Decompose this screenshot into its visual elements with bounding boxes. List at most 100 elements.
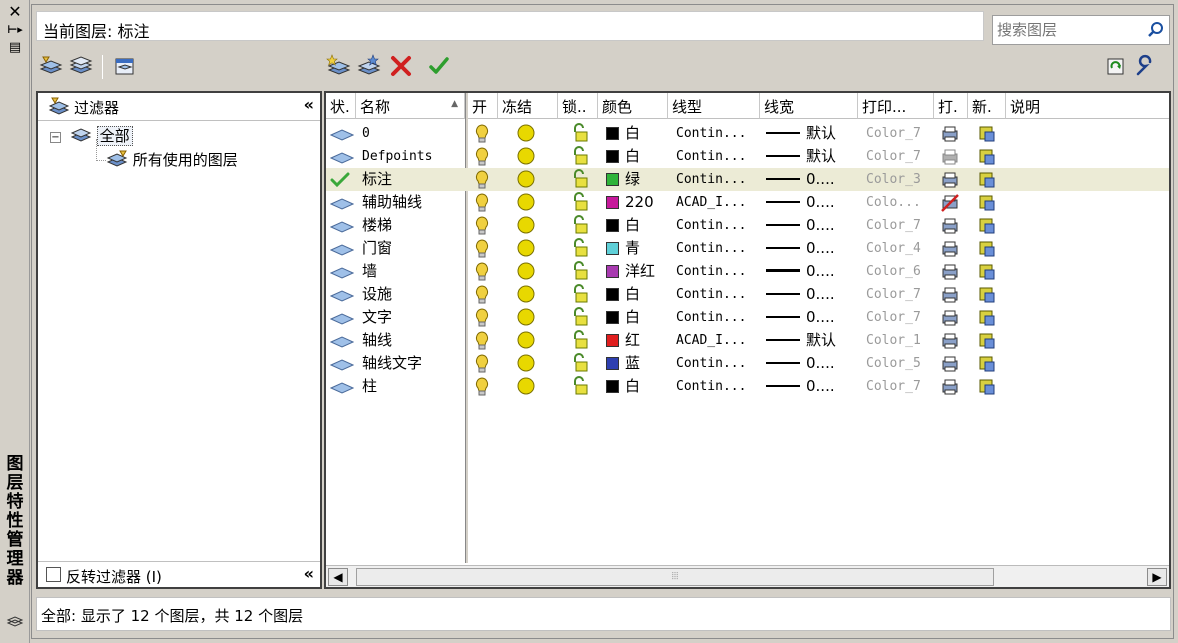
layer-linetype[interactable]: Contin... bbox=[676, 283, 760, 306]
layer-lineweight[interactable]: 0.... bbox=[766, 283, 858, 306]
collapse-filter-button[interactable]: « bbox=[304, 564, 314, 583]
layer-color[interactable]: 白 bbox=[606, 306, 668, 329]
layer-name[interactable]: 辅助轴线 bbox=[362, 191, 465, 214]
layer-name[interactable]: 墙 bbox=[362, 260, 465, 283]
refresh-icon[interactable] bbox=[1102, 53, 1128, 79]
layer-description[interactable] bbox=[1008, 237, 1168, 260]
plot-printer-icon[interactable] bbox=[940, 306, 964, 329]
col-name[interactable]: 名称 ▲ bbox=[356, 93, 465, 119]
layer-name[interactable]: 轴线 bbox=[362, 329, 465, 352]
new-layer-vp-frozen-icon[interactable] bbox=[356, 53, 382, 79]
col-freeze[interactable]: 冻结 bbox=[498, 93, 558, 119]
freeze-sun-icon[interactable] bbox=[516, 352, 540, 375]
plot-printer-icon[interactable] bbox=[940, 168, 964, 191]
layer-description[interactable] bbox=[1008, 375, 1168, 398]
layer-color[interactable]: 洋红 bbox=[606, 260, 668, 283]
close-icon[interactable]: ✕ bbox=[6, 4, 24, 20]
layer-row[interactable]: 标注 绿 Contin... 0.... Color_3 bbox=[326, 168, 1169, 191]
layer-lineweight[interactable]: 默认 bbox=[766, 145, 858, 168]
new-vp-freeze-icon[interactable] bbox=[978, 306, 1000, 329]
layer-row[interactable]: 楼梯 白 Contin... 0.... Color_7 bbox=[326, 214, 1169, 237]
layer-description[interactable] bbox=[1008, 168, 1168, 191]
layer-description[interactable] bbox=[1008, 352, 1168, 375]
horizontal-scrollbar[interactable]: ◀ ⦙⦙⦙ ▶ bbox=[326, 565, 1169, 587]
layer-row[interactable]: 轴线 红 ACAD_I... 默认 Color_1 bbox=[326, 329, 1169, 352]
new-vp-freeze-icon[interactable] bbox=[978, 145, 1000, 168]
new-vp-freeze-icon[interactable] bbox=[978, 168, 1000, 191]
freeze-sun-icon[interactable] bbox=[516, 168, 540, 191]
plot-printer-icon[interactable] bbox=[940, 329, 964, 352]
new-vp-freeze-icon[interactable] bbox=[978, 237, 1000, 260]
no-plot-printer-icon[interactable] bbox=[940, 191, 964, 214]
freeze-sun-icon[interactable] bbox=[516, 191, 540, 214]
lock-icon[interactable] bbox=[570, 145, 594, 168]
freeze-sun-icon[interactable] bbox=[516, 375, 540, 398]
plot-printer-icon[interactable] bbox=[940, 214, 964, 237]
layer-color[interactable]: 红 bbox=[606, 329, 668, 352]
layer-row[interactable]: 设施 白 Contin... 0.... Color_7 bbox=[326, 283, 1169, 306]
layer-name[interactable]: 0 bbox=[362, 122, 465, 145]
plot-printer-icon[interactable] bbox=[940, 375, 964, 398]
col-linetype[interactable]: 线型 bbox=[668, 93, 760, 119]
freeze-sun-icon[interactable] bbox=[516, 283, 540, 306]
col-plot[interactable]: 打. bbox=[934, 93, 968, 119]
layer-name[interactable]: 文字 bbox=[362, 306, 465, 329]
layer-on-bulb-icon[interactable] bbox=[474, 191, 494, 214]
layer-name[interactable]: 楼梯 bbox=[362, 214, 465, 237]
freeze-sun-icon[interactable] bbox=[516, 237, 540, 260]
layer-linetype[interactable]: Contin... bbox=[676, 122, 760, 145]
new-layer-icon[interactable] bbox=[326, 53, 352, 79]
layer-description[interactable] bbox=[1008, 191, 1168, 214]
col-color[interactable]: 颜色 bbox=[598, 93, 668, 119]
layer-on-bulb-icon[interactable] bbox=[474, 260, 494, 283]
scroll-right-arrow-icon[interactable]: ▶ bbox=[1147, 568, 1167, 586]
layer-description[interactable] bbox=[1008, 214, 1168, 237]
search-icon[interactable] bbox=[1147, 21, 1165, 39]
layer-on-bulb-icon[interactable] bbox=[474, 329, 494, 352]
layer-linetype[interactable]: ACAD_I... bbox=[676, 329, 760, 352]
layer-description[interactable] bbox=[1008, 260, 1168, 283]
layer-description[interactable] bbox=[1008, 283, 1168, 306]
invert-filter-checkbox[interactable] bbox=[46, 567, 61, 582]
layer-color[interactable]: 白 bbox=[606, 122, 668, 145]
layer-row[interactable]: 门窗 青 Contin... 0.... Color_4 bbox=[326, 237, 1169, 260]
layer-row[interactable]: 轴线文字 蓝 Contin... 0.... Color_5 bbox=[326, 352, 1169, 375]
layer-row[interactable]: 文字 白 Contin... 0.... Color_7 bbox=[326, 306, 1169, 329]
layer-linetype[interactable]: Contin... bbox=[676, 306, 760, 329]
layer-on-bulb-icon[interactable] bbox=[474, 168, 494, 191]
freeze-sun-icon[interactable] bbox=[516, 329, 540, 352]
layer-linetype[interactable]: Contin... bbox=[676, 145, 760, 168]
layer-color[interactable]: 白 bbox=[606, 283, 668, 306]
freeze-sun-icon[interactable] bbox=[516, 306, 540, 329]
set-current-icon[interactable] bbox=[426, 53, 452, 79]
layer-description[interactable] bbox=[1008, 122, 1168, 145]
layer-row[interactable]: 柱 白 Contin... 0.... Color_7 bbox=[326, 375, 1169, 398]
layer-linetype[interactable]: Contin... bbox=[676, 375, 760, 398]
layer-linetype[interactable]: Contin... bbox=[676, 168, 760, 191]
layer-color[interactable]: 白 bbox=[606, 375, 668, 398]
layer-linetype[interactable]: Contin... bbox=[676, 352, 760, 375]
layer-color[interactable]: 青 bbox=[606, 237, 668, 260]
properties-menu-icon[interactable]: ▤ bbox=[6, 40, 24, 56]
col-on[interactable]: 开 bbox=[468, 93, 498, 119]
delete-layer-icon[interactable] bbox=[388, 53, 414, 79]
layer-linetype[interactable]: ACAD_I... bbox=[676, 191, 760, 214]
collapse-tree-button[interactable]: « bbox=[304, 95, 314, 114]
layer-name[interactable]: 标注 bbox=[362, 168, 465, 191]
lock-icon[interactable] bbox=[570, 352, 594, 375]
tree-node-all[interactable]: − 全部 bbox=[50, 125, 133, 146]
layer-name[interactable]: 轴线文字 bbox=[362, 352, 465, 375]
col-status[interactable]: 状. bbox=[326, 93, 356, 119]
search-input[interactable] bbox=[997, 21, 1137, 39]
new-vp-freeze-icon[interactable] bbox=[978, 283, 1000, 306]
layer-lineweight[interactable]: 0.... bbox=[766, 352, 858, 375]
new-vp-freeze-icon[interactable] bbox=[978, 122, 1000, 145]
new-vp-freeze-icon[interactable] bbox=[978, 260, 1000, 283]
plot-printer-icon[interactable] bbox=[940, 237, 964, 260]
new-vp-freeze-icon[interactable] bbox=[978, 329, 1000, 352]
col-plot-style[interactable]: 打印... bbox=[858, 93, 934, 119]
lock-icon[interactable] bbox=[570, 168, 594, 191]
lock-icon[interactable] bbox=[570, 191, 594, 214]
lock-icon[interactable] bbox=[570, 329, 594, 352]
layer-lineweight[interactable]: 默认 bbox=[766, 122, 858, 145]
